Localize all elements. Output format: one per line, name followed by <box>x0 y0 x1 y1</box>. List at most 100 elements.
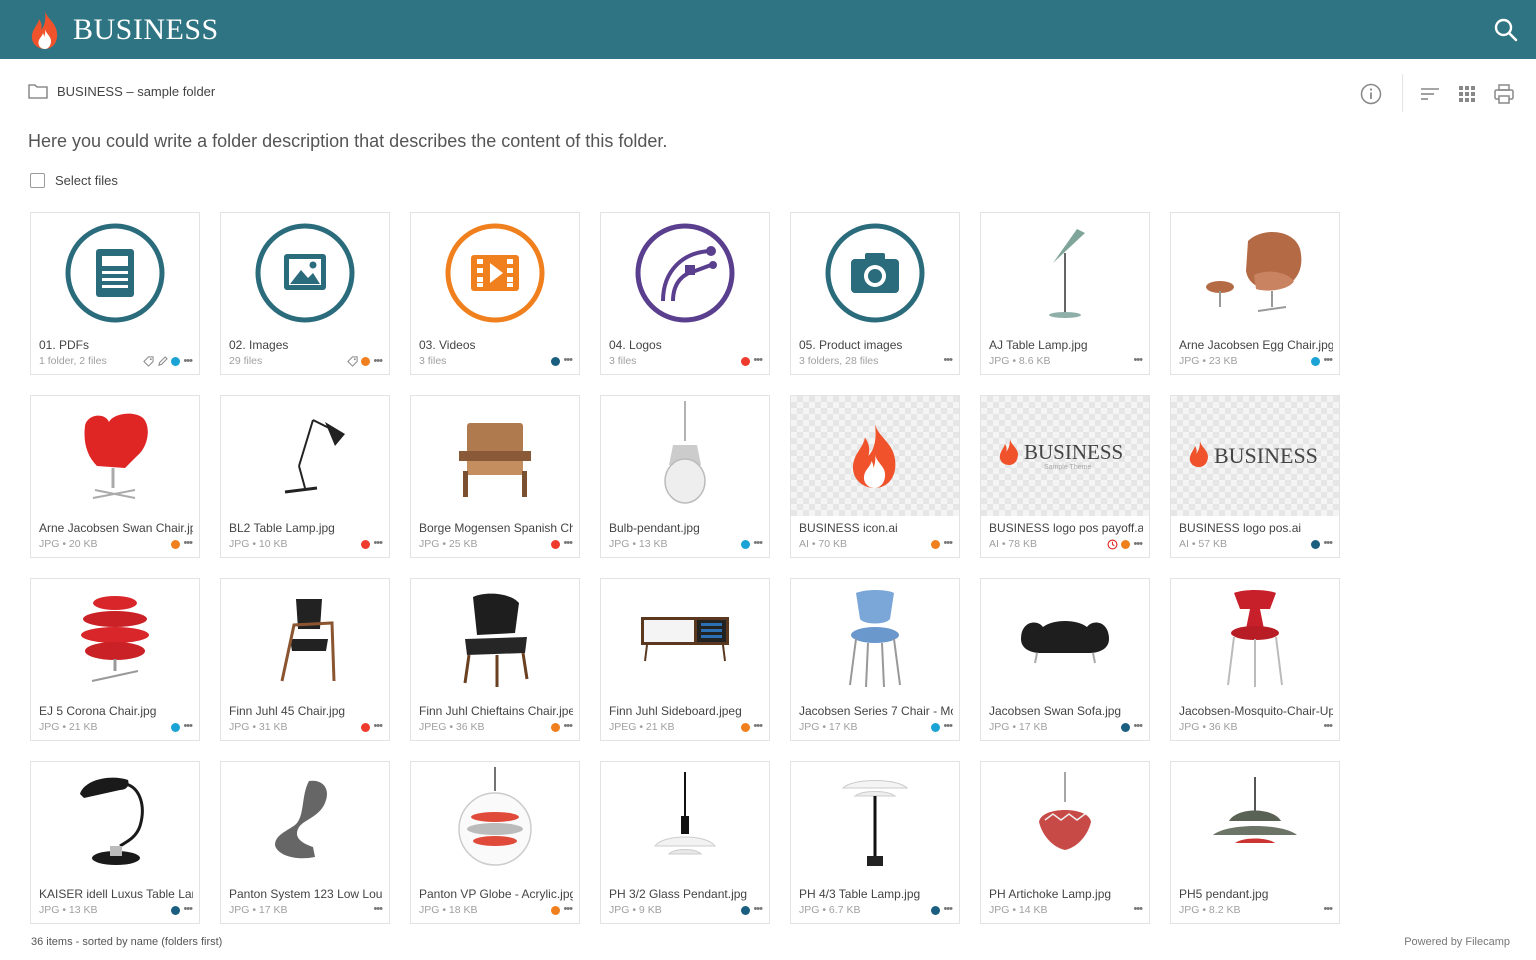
file-name[interactable]: Arne Jacobsen Swan Chair.jpg <box>39 521 193 535</box>
image-folder-icon[interactable] <box>221 213 389 333</box>
tag-icon[interactable] <box>143 356 155 367</box>
file-card[interactable]: Finn Juhl Chieftains Chair.jpeg JPEG • 3… <box>410 578 580 741</box>
more-options-icon[interactable]: ••• <box>753 355 763 366</box>
more-options-icon[interactable]: ••• <box>1323 538 1333 549</box>
file-card[interactable]: Panton VP Globe - Acrylic.jpg JPG • 18 K… <box>410 761 580 924</box>
file-name[interactable]: AJ Table Lamp.jpg <box>989 338 1143 352</box>
logo-folder-icon[interactable] <box>601 213 769 333</box>
more-options-icon[interactable]: ••• <box>373 904 383 915</box>
file-name[interactable]: Finn Juhl Sideboard.jpeg <box>609 704 763 718</box>
info-icon[interactable] <box>1359 82 1383 106</box>
mosquito-chair-image[interactable] <box>1171 579 1339 699</box>
file-card[interactable]: EJ 5 Corona Chair.jpg JPG • 21 KB ••• <box>30 578 200 741</box>
file-name[interactable]: Jacobsen Swan Sofa.jpg <box>989 704 1143 718</box>
file-card[interactable]: BL2 Table Lamp.jpg JPG • 10 KB ••• <box>220 395 390 558</box>
pdf-folder-icon[interactable] <box>31 213 199 333</box>
file-name[interactable]: PH5 pendant.jpg <box>1179 887 1333 901</box>
file-name[interactable]: PH 4/3 Table Lamp.jpg <box>799 887 953 901</box>
swan-chair-image[interactable] <box>31 396 199 516</box>
file-card[interactable]: Jacobsen Swan Sofa.jpg JPG • 17 KB ••• <box>980 578 1150 741</box>
more-options-icon[interactable]: ••• <box>1323 721 1333 732</box>
more-options-icon[interactable]: ••• <box>943 721 953 732</box>
brand-title[interactable]: BUSINESS <box>73 13 219 47</box>
artichoke-lamp-image[interactable] <box>981 762 1149 882</box>
more-options-icon[interactable]: ••• <box>373 538 383 549</box>
file-name[interactable]: PH 3/2 Glass Pendant.jpg <box>609 887 763 901</box>
file-card[interactable]: 03. Videos 3 files ••• <box>410 212 580 375</box>
more-options-icon[interactable]: ••• <box>183 904 193 915</box>
grid-view-icon[interactable] <box>1455 82 1479 106</box>
select-files-toggle[interactable]: Select files <box>30 173 118 188</box>
logo-payoff-image[interactable]: BUSINESS Sample Theme <box>981 396 1149 516</box>
more-options-icon[interactable]: ••• <box>563 904 573 915</box>
sideboard-image[interactable] <box>601 579 769 699</box>
file-card[interactable]: Jacobsen-Mosquito-Chair-Upholstered.jpg … <box>1170 578 1340 741</box>
file-name[interactable]: Panton System 123 Low Lounge.jpg <box>229 887 383 901</box>
file-card[interactable]: 05. Product images 3 folders, 28 files •… <box>790 212 960 375</box>
video-folder-icon[interactable] <box>411 213 579 333</box>
more-options-icon[interactable]: ••• <box>1133 721 1143 732</box>
chieftains-chair-image[interactable] <box>411 579 579 699</box>
file-card[interactable]: Jacobsen Series 7 Chair - Modern.jpg JPG… <box>790 578 960 741</box>
file-name[interactable]: EJ 5 Corona Chair.jpg <box>39 704 193 718</box>
select-files-checkbox[interactable] <box>30 173 45 188</box>
file-name[interactable]: 01. PDFs <box>39 338 193 352</box>
file-card[interactable]: PH 4/3 Table Lamp.jpg JPG • 6.7 KB ••• <box>790 761 960 924</box>
more-options-icon[interactable]: ••• <box>1323 355 1333 366</box>
file-card[interactable]: BUSINESS Sample Theme BUSINESS logo pos … <box>980 395 1150 558</box>
egg-chair-image[interactable] <box>1171 213 1339 333</box>
powered-by[interactable]: Powered by Filecamp <box>1404 936 1510 948</box>
file-name[interactable]: 05. Product images <box>799 338 953 352</box>
ph-table-lamp-image[interactable] <box>791 762 959 882</box>
more-options-icon[interactable]: ••• <box>1133 904 1143 915</box>
file-name[interactable]: Arne Jacobsen Egg Chair.jpg <box>1179 338 1333 352</box>
file-card[interactable]: Finn Juhl Sideboard.jpeg JPEG • 21 KB ••… <box>600 578 770 741</box>
sort-icon[interactable] <box>1418 82 1442 106</box>
more-options-icon[interactable]: ••• <box>943 355 953 366</box>
file-card[interactable]: Arne Jacobsen Egg Chair.jpg JPG • 23 KB … <box>1170 212 1340 375</box>
file-name[interactable]: KAISER idell Luxus Table Lamp.jpg <box>39 887 193 901</box>
vp-globe-image[interactable] <box>411 762 579 882</box>
file-card[interactable]: PH5 pendant.jpg JPG • 8.2 KB ••• <box>1170 761 1340 924</box>
search-icon[interactable] <box>1493 17 1519 43</box>
file-card[interactable]: BUSINESS BUSINESS logo pos.ai AI • 57 KB… <box>1170 395 1340 558</box>
more-options-icon[interactable]: ••• <box>753 904 763 915</box>
bulb-pendant-image[interactable] <box>601 396 769 516</box>
file-card[interactable]: 02. Images 29 files ••• <box>220 212 390 375</box>
desk-lamp-image[interactable] <box>221 396 389 516</box>
camera-folder-icon[interactable] <box>791 213 959 333</box>
file-card[interactable]: PH 3/2 Glass Pendant.jpg JPG • 9 KB ••• <box>600 761 770 924</box>
juhl-45-chair-image[interactable] <box>221 579 389 699</box>
flame-logo-icon[interactable] <box>26 9 64 51</box>
file-name[interactable]: 04. Logos <box>609 338 763 352</box>
swan-sofa-image[interactable] <box>981 579 1149 699</box>
file-name[interactable]: Finn Juhl 45 Chair.jpg <box>229 704 383 718</box>
file-card[interactable]: AJ Table Lamp.jpg JPG • 8.6 KB ••• <box>980 212 1150 375</box>
corona-chair-image[interactable] <box>31 579 199 699</box>
edit-icon[interactable] <box>157 356 169 367</box>
more-options-icon[interactable]: ••• <box>1323 904 1333 915</box>
more-options-icon[interactable]: ••• <box>183 538 193 549</box>
panton-chair-image[interactable] <box>221 762 389 882</box>
ph5-pendant-image[interactable] <box>1171 762 1339 882</box>
breadcrumb[interactable]: BUSINESS – sample folder <box>28 83 215 99</box>
file-card[interactable]: BUSINESS icon.ai AI • 70 KB ••• <box>790 395 960 558</box>
more-options-icon[interactable]: ••• <box>943 904 953 915</box>
more-options-icon[interactable]: ••• <box>373 355 383 367</box>
file-card[interactable]: Arne Jacobsen Swan Chair.jpg JPG • 20 KB… <box>30 395 200 558</box>
file-name[interactable]: BUSINESS logo pos.ai <box>1179 521 1333 535</box>
file-card[interactable]: Borge Mogensen Spanish Chair.jpg JPG • 2… <box>410 395 580 558</box>
ph-pendant-image[interactable] <box>601 762 769 882</box>
file-card[interactable]: Panton System 123 Low Lounge.jpg JPG • 1… <box>220 761 390 924</box>
more-options-icon[interactable]: ••• <box>1133 355 1143 366</box>
more-options-icon[interactable]: ••• <box>563 538 573 549</box>
spanish-chair-image[interactable] <box>411 396 579 516</box>
flame-logo-image[interactable] <box>791 396 959 516</box>
more-options-icon[interactable]: ••• <box>183 721 193 732</box>
more-options-icon[interactable]: ••• <box>563 355 573 366</box>
more-options-icon[interactable]: ••• <box>373 721 383 732</box>
file-card[interactable]: 01. PDFs 1 folder, 2 files ••• <box>30 212 200 375</box>
more-options-icon[interactable]: ••• <box>943 538 953 549</box>
print-icon[interactable] <box>1492 82 1516 106</box>
file-name[interactable]: Jacobsen-Mosquito-Chair-Upholstered.jpg <box>1179 704 1333 718</box>
